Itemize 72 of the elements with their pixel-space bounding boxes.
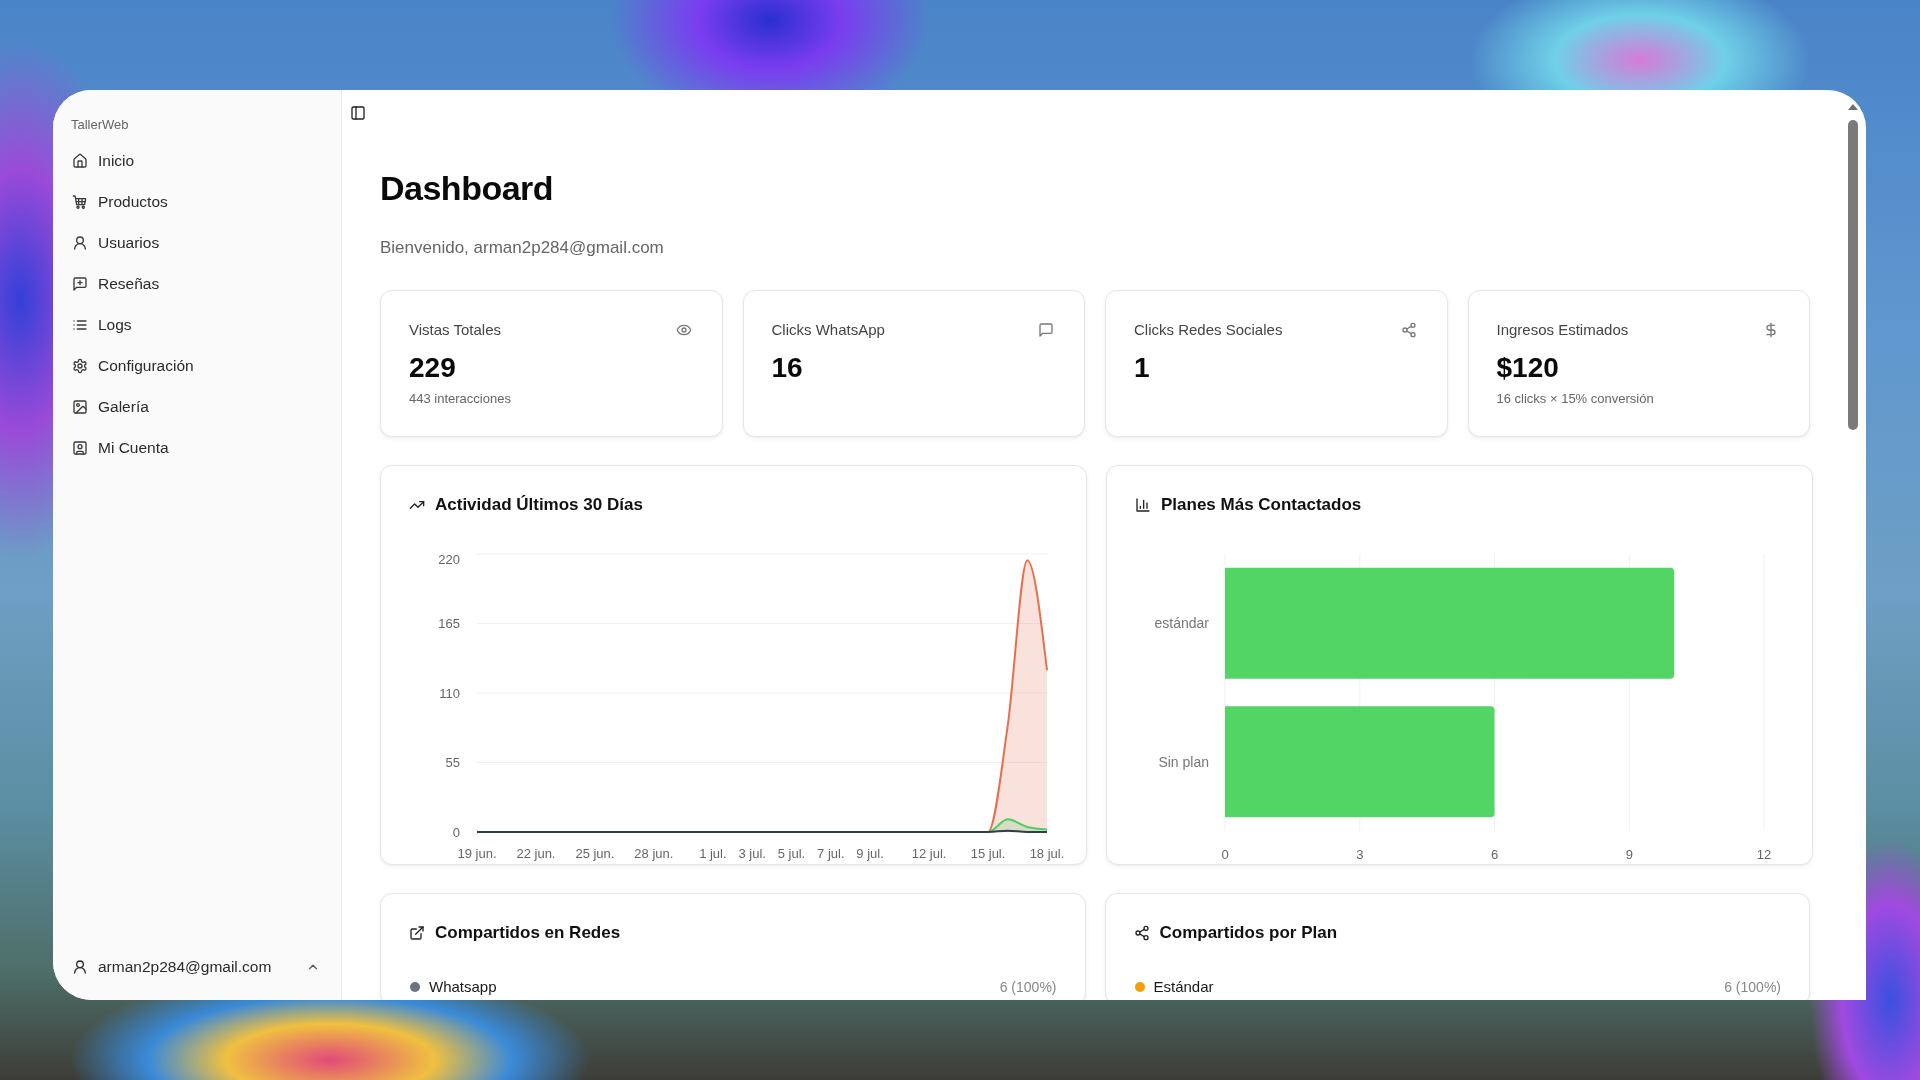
axis-label: 6 <box>1490 847 1499 862</box>
stat-detail: 443 interacciones <box>409 390 512 408</box>
axis-label: 18 jul. <box>1029 846 1065 861</box>
cart-icon <box>72 193 88 210</box>
axis-label: 5 jul. <box>777 846 806 861</box>
nav-link[interactable]: Inicio <box>63 140 331 181</box>
stat-value: $120 <box>1496 351 1560 385</box>
axis-label: 0 <box>452 824 460 840</box>
share-value: 6 (100%) <box>1724 978 1781 996</box>
user-card-icon <box>72 439 88 456</box>
axis-label: 12 jul. <box>911 846 947 861</box>
stat-label: Vistas Totales <box>409 320 501 340</box>
stat-detail: 16 clicks × 15% conversión <box>1496 390 1655 408</box>
brand-name: TallerWeb <box>70 116 130 134</box>
nav-link[interactable]: Logs <box>63 304 331 345</box>
axis-label: 19 jun. <box>457 846 497 861</box>
axis-label: 9 jul. <box>856 846 884 861</box>
axis-label: 7 jul. <box>817 846 845 861</box>
dollar-icon <box>1763 322 1779 338</box>
axis-label: 220 <box>438 551 460 567</box>
axis-label: 12 <box>1756 847 1772 862</box>
axis-label: Sin plan <box>1158 753 1209 770</box>
nav-link[interactable]: Usuarios <box>63 222 331 263</box>
nav-link[interactable]: Reseñas <box>63 263 331 304</box>
scroll-up-arrow-icon[interactable] <box>1848 104 1858 110</box>
chat-bubble-icon <box>1038 322 1054 338</box>
external-link-icon <box>409 925 425 941</box>
axis-label: 1 jul. <box>699 846 727 861</box>
axis-label: 165 <box>438 616 460 631</box>
bar-chart-icon <box>1135 497 1151 513</box>
user-icon <box>72 958 88 975</box>
home-icon <box>72 152 88 169</box>
nav-link[interactable]: Mi Cuenta <box>63 427 331 468</box>
nav-link[interactable]: Configuración <box>63 345 331 386</box>
settings-icon <box>72 357 88 374</box>
nav-link[interactable]: Galería <box>63 386 331 427</box>
page-title: Dashboard <box>380 168 555 208</box>
image-icon <box>72 398 88 415</box>
axis-label: 28 jun. <box>634 846 674 861</box>
stat-value: 16 <box>771 351 804 385</box>
share-label: Whatsapp <box>429 978 497 996</box>
axis-label: 3 jul. <box>738 846 766 861</box>
stat-label: Ingresos Estimados <box>1496 320 1629 340</box>
share-value: 6 (100%) <box>999 978 1057 996</box>
share-icon <box>1133 925 1150 941</box>
welcome-text: Bienvenido, arman2p284@gmail.com <box>380 237 665 259</box>
card-title: Compartidos en Redes <box>435 922 621 944</box>
sidebar-toggle-icon[interactable] <box>350 105 366 121</box>
user-icon <box>72 234 88 251</box>
stat-value: 1 <box>1134 351 1151 385</box>
message-plus-icon <box>72 275 88 292</box>
nav-link[interactable]: Productos <box>63 181 331 222</box>
card-title: Planes Más Contactados <box>1161 494 1362 516</box>
axis-label: 15 jul. <box>970 846 1006 861</box>
share-label: Estándar <box>1153 978 1214 996</box>
card-title: Actividad Últimos 30 Días <box>435 494 643 516</box>
axis-label: 22 jun. <box>516 846 556 861</box>
account-menu-button[interactable]: arman2p284@gmail.com <box>63 946 331 987</box>
axis-label: 110 <box>439 685 460 701</box>
stat-value: 229 <box>409 351 457 385</box>
stat-label: Clicks WhatsApp <box>771 320 885 340</box>
card-title: Compartidos por Plan <box>1159 922 1338 944</box>
eye-icon <box>675 322 692 338</box>
axis-label: 3 <box>1356 847 1364 862</box>
scrollbar-thumb[interactable] <box>1848 120 1858 430</box>
axis-label: 55 <box>445 755 460 770</box>
axis-label: estándar <box>1154 615 1209 632</box>
stat-label: Clicks Redes Sociales <box>1134 320 1283 340</box>
share-icon <box>1400 322 1417 338</box>
axis-label: 9 <box>1625 847 1633 862</box>
axis-label: 25 jun. <box>575 846 615 861</box>
axis-label: 0 <box>1221 847 1229 862</box>
